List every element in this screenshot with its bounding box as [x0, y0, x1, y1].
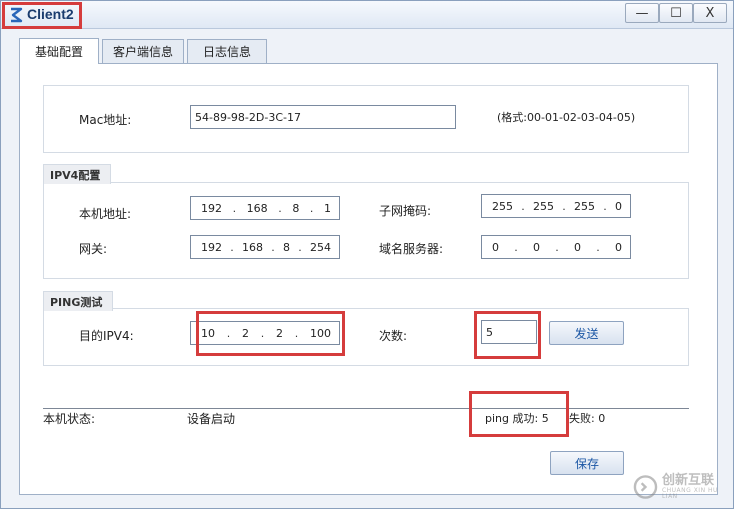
ip-dot: . [230, 240, 234, 254]
dns-octet-4: 0 [615, 240, 622, 254]
dns-octet-2: 0 [533, 240, 540, 254]
mac-address-input[interactable]: 54-89-98-2D-3C-17 [190, 105, 456, 129]
watermark-icon [633, 475, 658, 499]
ip-dot: . [278, 201, 282, 215]
save-button-label: 保存 [574, 456, 599, 471]
minimize-button[interactable]: — [625, 3, 659, 23]
tab-log-info[interactable]: 日志信息 [187, 39, 267, 63]
mac-label: Mac地址: [79, 113, 132, 127]
mac-format-hint: (格式:00-01-02-03-04-05) [497, 111, 636, 124]
dns-server-label: 域名服务器: [379, 242, 444, 256]
gateway-octet-3: 8 [283, 240, 290, 254]
mask-octet-2: 255 [533, 199, 554, 213]
dns-octet-3: 0 [574, 240, 581, 254]
ping-legend: PING测试 [43, 291, 114, 311]
ip-dot: . [603, 199, 607, 213]
dns-octet-1: 0 [492, 240, 499, 254]
count-label: 次数: [379, 329, 408, 343]
ip-dot: . [514, 240, 518, 254]
title-highlight-box [2, 2, 82, 29]
tab-basic-config[interactable]: 基础配置 [19, 38, 99, 64]
ip-dot: . [596, 240, 600, 254]
maximize-icon: ☐ [670, 5, 682, 21]
gateway-octet-2: 168 [242, 240, 263, 254]
mask-octet-3: 255 [574, 199, 595, 213]
save-button[interactable]: 保存 [550, 451, 624, 475]
local-ip-octet-1: 192 [201, 201, 222, 215]
close-button[interactable]: X [693, 3, 727, 23]
client-window: Client2 — ☐ X 基础配置 客户端信息 日志信息 Mac地址: 54-… [0, 0, 734, 509]
status-separator [43, 408, 689, 409]
ping-fail-count: 失败: 0 [569, 412, 606, 425]
ipv4-legend-text: IPV4配置 [50, 168, 101, 182]
local-address-label: 本机地址: [79, 207, 132, 221]
dest-ip-highlight-box [196, 311, 345, 356]
ip-dot: . [271, 240, 275, 254]
device-status-label: 本机状态: [43, 412, 96, 426]
ip-dot: . [309, 201, 314, 215]
send-button[interactable]: 发送 [549, 321, 624, 345]
maximize-button[interactable]: ☐ [659, 3, 693, 23]
mask-octet-1: 255 [492, 199, 513, 213]
ping-legend-text: PING测试 [50, 295, 103, 309]
local-ip-octet-4: 1 [323, 201, 331, 215]
count-highlight-box [474, 311, 541, 359]
ip-dot: . [298, 240, 302, 254]
local-ip-octet-2: 168 [246, 201, 268, 215]
tab-label: 基础配置 [34, 45, 83, 59]
watermark-sub: CHUANG XIN HU LIAN [661, 486, 718, 500]
device-status-value: 设备启动 [187, 412, 236, 426]
local-ip-octet-3: 8 [292, 201, 300, 215]
ip-dot: . [232, 201, 237, 215]
ping-result-highlight-box [469, 391, 569, 437]
watermark-logo: 创新互联 CHUANG XIN HU LIAN [633, 467, 733, 507]
ip-dot: . [555, 240, 559, 254]
ip-dot: . [562, 199, 566, 213]
gateway-octet-4: 254 [310, 240, 331, 254]
gateway-octet-1: 192 [201, 240, 222, 254]
gateway-input[interactable]: 192 . 168 . 8 . 254 [190, 235, 340, 259]
watermark-name: 创新互联 [661, 472, 714, 488]
close-icon: X [705, 5, 715, 21]
dest-ipv4-label: 目的IPV4: [79, 329, 134, 343]
gateway-label: 网关: [79, 242, 108, 256]
send-button-label: 发送 [574, 326, 599, 341]
tab-client-info[interactable]: 客户端信息 [102, 39, 184, 63]
tab-label: 日志信息 [202, 45, 251, 59]
minimize-icon: — [635, 5, 649, 21]
title-bar[interactable]: Client2 — ☐ X [1, 1, 733, 29]
mac-address-value: 54-89-98-2D-3C-17 [195, 110, 301, 124]
subnet-mask-label: 子网掩码: [379, 204, 432, 218]
subnet-mask-input[interactable]: 255 . 255 . 255 . 0 [481, 194, 631, 218]
dns-server-input[interactable]: 0 . 0 . 0 . 0 [481, 235, 631, 259]
ipv4-legend: IPV4配置 [43, 164, 112, 184]
ip-dot: . [521, 199, 525, 213]
local-address-input[interactable]: 192 . 168 . 8 . 1 [190, 196, 340, 220]
mask-octet-4: 0 [615, 199, 622, 213]
tab-label: 客户端信息 [112, 45, 173, 59]
